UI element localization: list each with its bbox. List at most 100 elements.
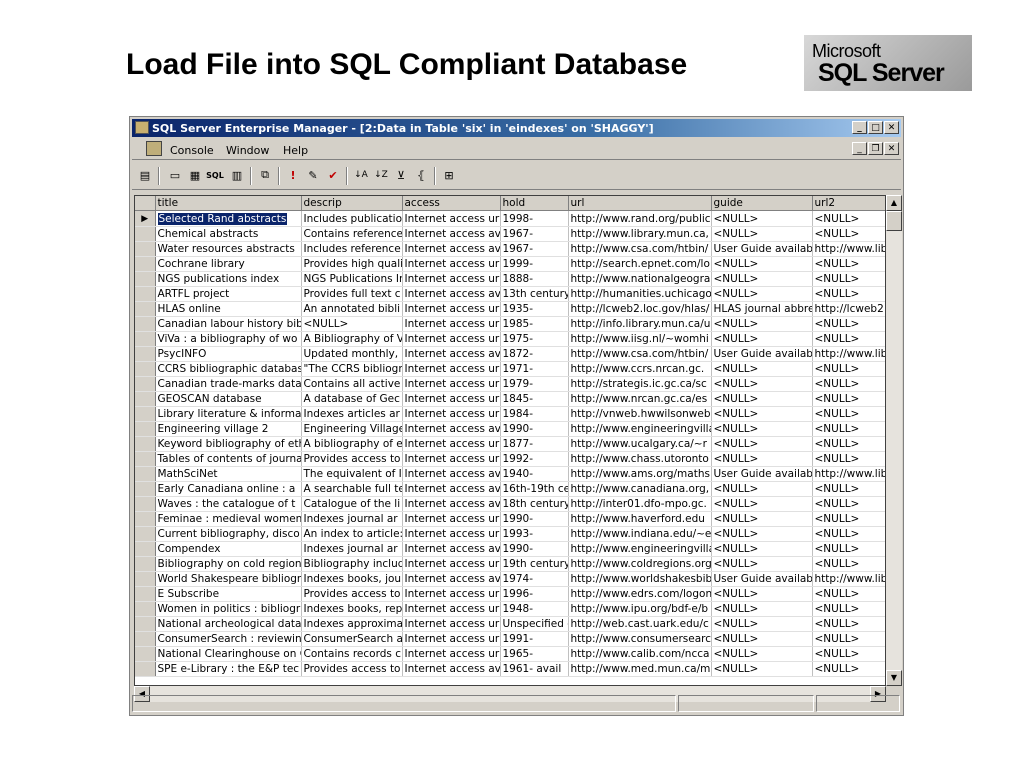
- cell-url[interactable]: http://www.iisg.nl/~womhi: [568, 331, 712, 347]
- cell-hold[interactable]: 1991-: [500, 631, 569, 647]
- cell-guide[interactable]: <NULL>: [711, 646, 813, 662]
- cell-descrip[interactable]: Updated monthly,: [301, 346, 403, 362]
- mdi-minimize-button[interactable]: _: [852, 142, 867, 155]
- remove-filter-icon[interactable]: ⊻: [392, 167, 410, 183]
- cell-hold[interactable]: 1961- avail: [500, 661, 569, 677]
- cell-descrip[interactable]: Includes reference: [301, 241, 403, 257]
- cell-guide[interactable]: <NULL>: [711, 316, 813, 332]
- table-row[interactable]: Current bibliography, disco An index to a…: [135, 526, 885, 542]
- cell-url[interactable]: http://www.ipu.org/bdf-e/b: [568, 601, 712, 617]
- cell-title[interactable]: Engineering village 2: [155, 421, 302, 437]
- cell-hold[interactable]: 1985-: [500, 316, 569, 332]
- cell-access[interactable]: Internet access av: [402, 466, 501, 482]
- cell-access[interactable]: Internet access av: [402, 346, 501, 362]
- cell-access[interactable]: Internet access ur: [402, 331, 501, 347]
- cell-url2[interactable]: <NULL>: [812, 661, 885, 677]
- table-row[interactable]: Library literature & informat Indexes art…: [135, 406, 885, 422]
- mdi-close-button[interactable]: ✕: [884, 142, 899, 155]
- cell-url[interactable]: http://web.cast.uark.edu/c: [568, 616, 712, 632]
- table-row[interactable]: ViVa : a bibliography of wo A Bibliograph…: [135, 331, 885, 347]
- cell-title[interactable]: GEOSCAN database: [155, 391, 302, 407]
- cell-access[interactable]: Internet access ur: [402, 301, 501, 317]
- cell-guide[interactable]: <NULL>: [711, 496, 813, 512]
- cell-title[interactable]: ARTFL project: [155, 286, 302, 302]
- cell-guide[interactable]: <NULL>: [711, 451, 813, 467]
- cell-url[interactable]: http://www.med.mun.ca/m: [568, 661, 712, 677]
- vertical-scroll-thumb[interactable]: [886, 211, 902, 231]
- column-header-guide[interactable]: guide: [711, 196, 813, 211]
- cell-hold[interactable]: 1999-: [500, 256, 569, 272]
- cell-url2[interactable]: http://www.lib: [812, 346, 885, 362]
- column-header-title[interactable]: title: [155, 196, 302, 211]
- table-row[interactable]: Cochrane library Provides high quali Inter…: [135, 256, 885, 272]
- row-selector[interactable]: [135, 541, 156, 557]
- show-results-icon[interactable]: ▥: [228, 167, 246, 183]
- table-row[interactable]: NGS publications index NGS Publications I…: [135, 271, 885, 287]
- table-row[interactable]: Waves : the catalogue of t Catalogue of t…: [135, 496, 885, 512]
- properties-icon[interactable]: ▤: [136, 167, 154, 183]
- show-sql-icon[interactable]: SQL: [206, 167, 224, 183]
- cell-descrip[interactable]: Catalogue of the li: [301, 496, 403, 512]
- row-selector[interactable]: [135, 226, 156, 242]
- cell-hold[interactable]: 1984-: [500, 406, 569, 422]
- cell-url2[interactable]: <NULL>: [812, 511, 885, 527]
- cell-descrip[interactable]: A database of Gec: [301, 391, 403, 407]
- cell-title[interactable]: World Shakespeare bibliogr: [155, 571, 302, 587]
- cell-descrip[interactable]: Contains reference: [301, 226, 403, 242]
- cell-hold[interactable]: 1877-: [500, 436, 569, 452]
- cell-descrip[interactable]: Indexes books, jou: [301, 571, 403, 587]
- row-selector[interactable]: [135, 631, 156, 647]
- row-selector[interactable]: [135, 301, 156, 317]
- table-row[interactable]: National archeological datal Indexes appr…: [135, 616, 885, 632]
- results-grid[interactable]: title descrip access hold url guide url2…: [134, 195, 886, 686]
- cell-guide[interactable]: <NULL>: [711, 511, 813, 527]
- cell-url2[interactable]: http://www.lib: [812, 466, 885, 482]
- cell-title[interactable]: ConsumerSearch : reviewin: [155, 631, 302, 647]
- cell-hold[interactable]: 1974-: [500, 571, 569, 587]
- cell-hold[interactable]: 1993-: [500, 526, 569, 542]
- mdi-restore-button[interactable]: ❐: [868, 142, 883, 155]
- cell-guide[interactable]: <NULL>: [711, 226, 813, 242]
- cell-descrip[interactable]: Provides access to: [301, 451, 403, 467]
- cell-hold[interactable]: 13th century: [500, 286, 569, 302]
- cell-descrip[interactable]: The equivalent of I: [301, 466, 403, 482]
- cell-hold[interactable]: 1967-: [500, 241, 569, 257]
- cell-hold[interactable]: Unspecified c: [500, 616, 569, 632]
- menu-help[interactable]: Help: [283, 144, 308, 157]
- cell-title[interactable]: Current bibliography, disco: [155, 526, 302, 542]
- cell-url[interactable]: http://lcweb2.loc.gov/hlas/: [568, 301, 712, 317]
- cell-title[interactable]: ViVa : a bibliography of wo: [155, 331, 302, 347]
- menu-window[interactable]: Window: [226, 144, 269, 157]
- row-selector[interactable]: [135, 511, 156, 527]
- cell-url[interactable]: http://www.ucalgary.ca/~r: [568, 436, 712, 452]
- cell-title[interactable]: HLAS online: [155, 301, 302, 317]
- cell-descrip[interactable]: Provides high quali: [301, 256, 403, 272]
- cell-descrip[interactable]: Indexes articles ar: [301, 406, 403, 422]
- show-grid-icon[interactable]: ▦: [186, 167, 204, 183]
- cell-url[interactable]: http://www.worldshakesbib: [568, 571, 712, 587]
- scroll-up-button[interactable]: ▲: [886, 195, 902, 211]
- cell-title[interactable]: CCRS bibliographic databas: [155, 361, 302, 377]
- cell-access[interactable]: Internet access ur: [402, 256, 501, 272]
- cell-guide[interactable]: <NULL>: [711, 481, 813, 497]
- cell-title[interactable]: Bibliography on cold regions: [155, 556, 302, 572]
- cell-access[interactable]: Internet access ur: [402, 376, 501, 392]
- row-selector[interactable]: [135, 286, 156, 302]
- cell-access[interactable]: Internet access av: [402, 661, 501, 677]
- column-header-url2[interactable]: url2: [812, 196, 885, 211]
- row-selector[interactable]: [135, 661, 156, 677]
- cell-url2[interactable]: http://www.lib: [812, 571, 885, 587]
- cell-guide[interactable]: <NULL>: [711, 361, 813, 377]
- column-header-hold[interactable]: hold: [500, 196, 569, 211]
- cell-title[interactable]: Cochrane library: [155, 256, 302, 272]
- cell-title[interactable]: E Subscribe: [155, 586, 302, 602]
- cell-url[interactable]: http://humanities.uchicago: [568, 286, 712, 302]
- cell-guide[interactable]: User Guide availabl: [711, 346, 813, 362]
- cell-access[interactable]: Internet access av: [402, 571, 501, 587]
- cell-url2[interactable]: <NULL>: [812, 271, 885, 287]
- table-row[interactable]: Early Canadiana online : aA searchable f…: [135, 481, 885, 497]
- row-selector[interactable]: [135, 256, 156, 272]
- cell-title[interactable]: MathSciNet: [155, 466, 302, 482]
- cell-guide[interactable]: <NULL>: [711, 631, 813, 647]
- table-row[interactable]: World Shakespeare bibliogr Indexes books,…: [135, 571, 885, 587]
